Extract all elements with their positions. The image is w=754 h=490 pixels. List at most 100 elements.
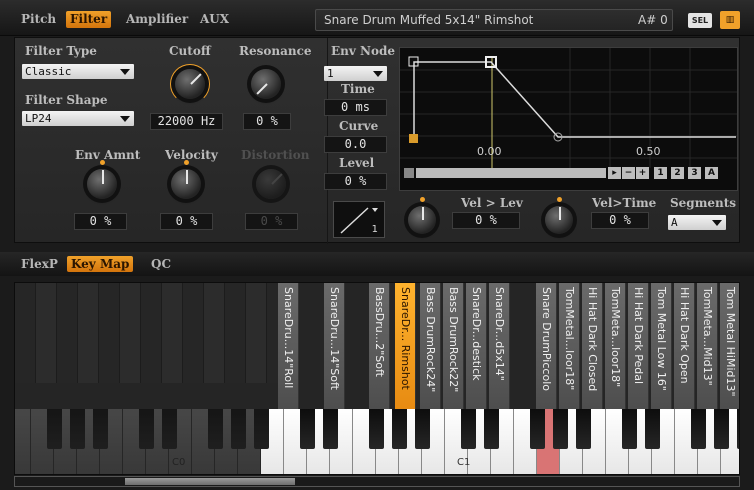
preset-note: A# 0 (638, 13, 668, 27)
velocity-value[interactable]: 0 % (160, 213, 213, 230)
scroll-right-icon[interactable]: ▸ (608, 167, 621, 179)
velocity-knob[interactable] (171, 160, 201, 199)
tab-filter[interactable]: Filter (66, 11, 112, 28)
env-node-select[interactable]: 1 (324, 66, 387, 81)
tab-pitch[interactable]: Pitch (17, 11, 60, 28)
sample-zone[interactable]: TomMeta...Mid13" (697, 283, 718, 409)
sample-zone[interactable]: SnareDr...d5x14" (489, 283, 510, 409)
time-value[interactable]: 0 ms (324, 99, 387, 116)
sample-zone[interactable]: Tom Metal Low 16" (651, 283, 672, 409)
sample-zone[interactable]: SnareDru...14"Roll (278, 283, 299, 409)
black-key[interactable] (553, 409, 568, 449)
tab-aux[interactable]: AUX (196, 11, 233, 28)
empty-zone (162, 283, 183, 383)
vel-time-value[interactable]: 0 % (591, 212, 649, 229)
black-key[interactable] (576, 409, 591, 449)
center-dot-icon (183, 160, 189, 165)
tab-keymap[interactable]: Key Map (67, 256, 134, 272)
black-key[interactable] (70, 409, 85, 449)
sample-zone-selected[interactable]: SnareDr... Rimshot (395, 283, 416, 409)
sample-zone[interactable]: TomMeta...loor18" (605, 283, 626, 409)
level-value[interactable]: 0 % (324, 173, 387, 190)
cutoff-knob[interactable] (175, 69, 205, 99)
midi-icon[interactable]: ▥ (720, 11, 740, 29)
sample-zone[interactable]: TomMetal...loor18" (559, 283, 580, 409)
distortion-knob[interactable] (256, 169, 286, 199)
env-slot-2[interactable]: 2 (671, 167, 684, 179)
vel-lev-label: Vel > Lev (461, 196, 523, 210)
sample-name: Tom Metal Low 16" (655, 287, 668, 391)
sample-zone[interactable]: Bass DrumRock22" (443, 283, 464, 409)
env-amnt-knob[interactable] (87, 160, 117, 199)
curve-value[interactable]: 0.0 (324, 136, 387, 153)
vel-lev-value[interactable]: 0 % (452, 212, 520, 229)
env-slot-1[interactable]: 1 (654, 167, 667, 179)
curve-label: Curve (339, 119, 379, 133)
black-key[interactable] (461, 409, 476, 449)
key-map[interactable]: SnareDru...14"Roll SnareDru...14"Soft Bass… (14, 282, 740, 475)
sample-name: SnareDr... Rimshot (399, 287, 412, 390)
envelope-node[interactable] (409, 134, 418, 143)
black-key[interactable] (415, 409, 430, 449)
sample-zone[interactable]: Hi Hat Dark Pedal (628, 283, 649, 409)
white-key[interactable] (15, 409, 31, 474)
chevron-down-icon (120, 116, 130, 122)
sample-zone[interactable]: Hi Hat Dark Closed (582, 283, 603, 409)
sample-zone[interactable]: Tom Metal HiMid13" (720, 283, 739, 409)
vel-lev-knob[interactable] (408, 197, 436, 234)
sample-name: Bass DrumRock24" (424, 287, 437, 393)
black-key[interactable] (231, 409, 246, 449)
envelope-graph[interactable]: 0.00 0.50 (400, 48, 737, 190)
resonance-knob[interactable] (251, 69, 281, 99)
distortion-value[interactable]: 0 % (245, 213, 298, 230)
black-key[interactable] (645, 409, 660, 449)
zoom-out-icon[interactable]: − (622, 167, 635, 179)
sample-zone[interactable]: SnareDr...destick (466, 283, 487, 409)
filter-type-select[interactable]: Classic (22, 64, 134, 79)
black-key[interactable] (484, 409, 499, 449)
tab-amplifier[interactable]: Amplifier (122, 11, 192, 28)
black-key[interactable] (93, 409, 108, 449)
sample-zone[interactable]: Snare DrumPiccolo (536, 283, 557, 409)
horizontal-scrollbar[interactable] (14, 476, 740, 487)
sample-zone[interactable]: Bass DrumRock24" (420, 283, 441, 409)
sample-zone[interactable]: Hi Hat Dark Open (674, 283, 695, 409)
tab-flexp[interactable]: FlexP (17, 256, 62, 272)
filter-shape-select[interactable]: LP24 (22, 111, 134, 126)
env-scroll-track[interactable] (416, 168, 606, 178)
scroll-left-icon[interactable] (404, 168, 414, 178)
black-key[interactable] (369, 409, 384, 449)
zoom-in-icon[interactable]: + (636, 167, 649, 179)
black-key[interactable] (737, 409, 739, 449)
env-amnt-value[interactable]: 0 % (74, 213, 127, 230)
sample-zone[interactable]: BassDru...2"Soft (369, 283, 390, 409)
env-slot-3[interactable]: 3 (688, 167, 701, 179)
sel-button[interactable]: SEL (688, 13, 712, 28)
black-key[interactable] (208, 409, 223, 449)
preset-field[interactable]: Snare Drum Muffed 5x14" Rimshot A# 0 (315, 9, 673, 31)
segments-select[interactable]: A (668, 215, 726, 230)
resonance-value[interactable]: 0 % (243, 113, 291, 130)
black-key[interactable] (622, 409, 637, 449)
env-node-label: Env Node (331, 44, 396, 58)
black-key[interactable] (254, 409, 269, 449)
scrollbar-thumb[interactable] (125, 478, 295, 485)
tab-qc[interactable]: QC (147, 256, 175, 272)
black-key[interactable] (714, 409, 729, 449)
black-key[interactable] (47, 409, 62, 449)
black-key[interactable] (323, 409, 338, 449)
black-key[interactable] (691, 409, 706, 449)
black-key[interactable] (392, 409, 407, 449)
black-key[interactable] (162, 409, 177, 449)
curve-shape-button[interactable]: 1 (333, 201, 385, 238)
env-slot-a[interactable]: A (705, 167, 718, 179)
cutoff-value[interactable]: 22000 Hz (150, 113, 223, 130)
time-label: Time (341, 82, 375, 96)
knob-pointer (422, 207, 424, 220)
black-key[interactable] (300, 409, 315, 449)
sample-name: SnareDr...destick (470, 287, 483, 381)
vel-time-knob[interactable] (545, 197, 573, 234)
black-key[interactable] (139, 409, 154, 449)
black-key[interactable] (530, 409, 545, 449)
sample-zone[interactable]: SnareDru...14"Soft (324, 283, 345, 409)
